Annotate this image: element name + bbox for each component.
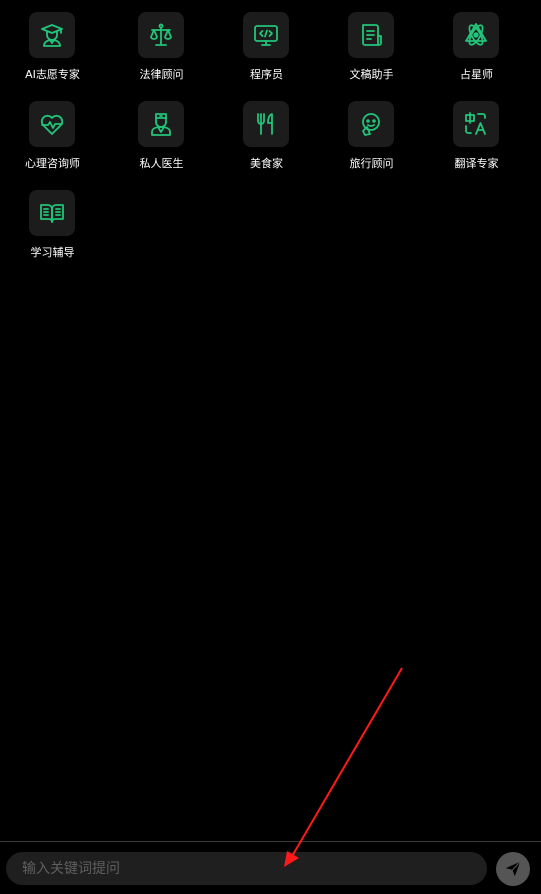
assistant-travel-advisor[interactable]: 旅行顾问 xyxy=(319,101,424,181)
doctor-icon xyxy=(138,101,184,147)
open-book-icon xyxy=(29,190,75,236)
heartbeat-icon xyxy=(29,101,75,147)
assistant-label: 私人医生 xyxy=(139,157,184,170)
question-input[interactable] xyxy=(6,852,487,885)
assistant-gourmet[interactable]: 美食家 xyxy=(214,101,319,181)
atom-star-icon xyxy=(453,12,499,58)
graduate-icon xyxy=(29,12,75,58)
assistant-personal-doctor[interactable]: 私人医生 xyxy=(109,101,214,181)
page: AI志愿专家 法律顾问 程序员 文稿助手 占星师 心理咨询师 私人医生 美食家 … xyxy=(0,0,541,894)
assistant-study-tutor[interactable]: 学习辅导 xyxy=(0,190,105,270)
assistant-writing-helper[interactable]: 文稿助手 xyxy=(319,12,424,92)
assistant-psychologist[interactable]: 心理咨询师 xyxy=(0,101,105,181)
assistant-label: 美食家 xyxy=(250,157,283,170)
paper-plane-icon xyxy=(505,861,521,877)
assistant-legal-advisor[interactable]: 法律顾问 xyxy=(109,12,214,92)
send-button[interactable] xyxy=(496,852,530,886)
assistant-label: 学习辅导 xyxy=(30,246,75,259)
utensils-icon xyxy=(243,101,289,147)
assistant-ai-admission-expert[interactable]: AI志愿专家 xyxy=(0,12,105,92)
assistant-label: 翻译专家 xyxy=(454,157,499,170)
traveler-icon xyxy=(348,101,394,147)
assistant-label: 法律顾问 xyxy=(139,68,184,81)
scale-icon xyxy=(138,12,184,58)
assistant-astrologer[interactable]: 占星师 xyxy=(424,12,529,92)
assistant-label: 占星师 xyxy=(460,68,493,81)
assistant-label: AI志愿专家 xyxy=(25,68,80,81)
input-bar xyxy=(0,841,541,894)
document-icon xyxy=(348,12,394,58)
assistant-translator[interactable]: 翻译专家 xyxy=(424,101,529,181)
translate-icon xyxy=(453,101,499,147)
assistant-label: 旅行顾问 xyxy=(349,157,394,170)
assistant-label: 心理咨询师 xyxy=(25,157,80,170)
assistant-label: 程序员 xyxy=(250,68,283,81)
code-monitor-icon xyxy=(243,12,289,58)
assistant-programmer[interactable]: 程序员 xyxy=(214,12,319,92)
assistant-label: 文稿助手 xyxy=(349,68,394,81)
